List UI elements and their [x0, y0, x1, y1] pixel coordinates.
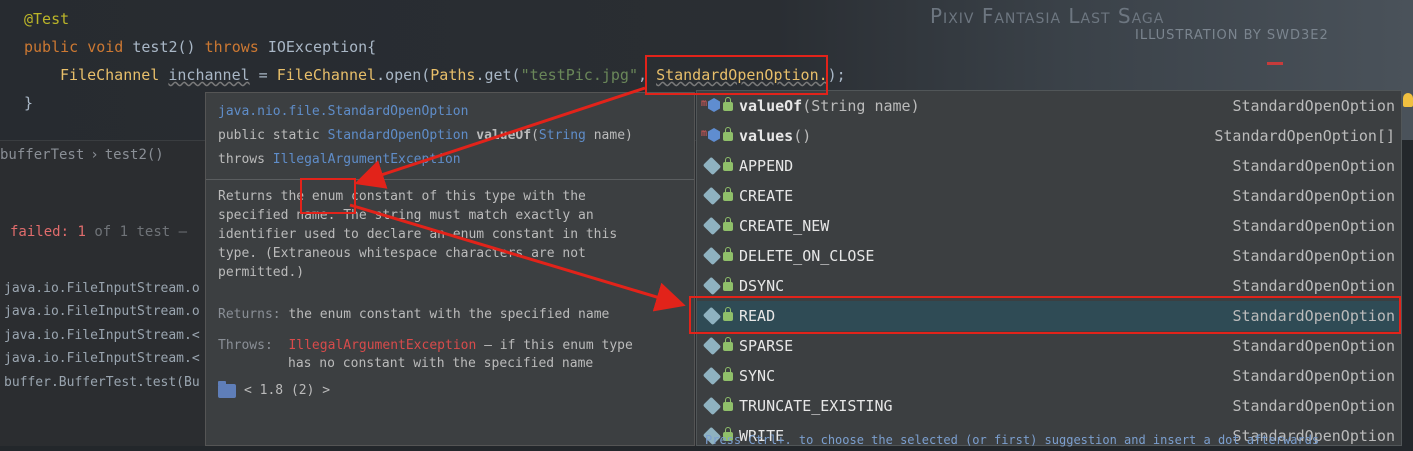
annotation-arrows [349, 86, 686, 312]
arrow-to-read [349, 203, 686, 312]
arrow-to-enum [354, 86, 646, 189]
